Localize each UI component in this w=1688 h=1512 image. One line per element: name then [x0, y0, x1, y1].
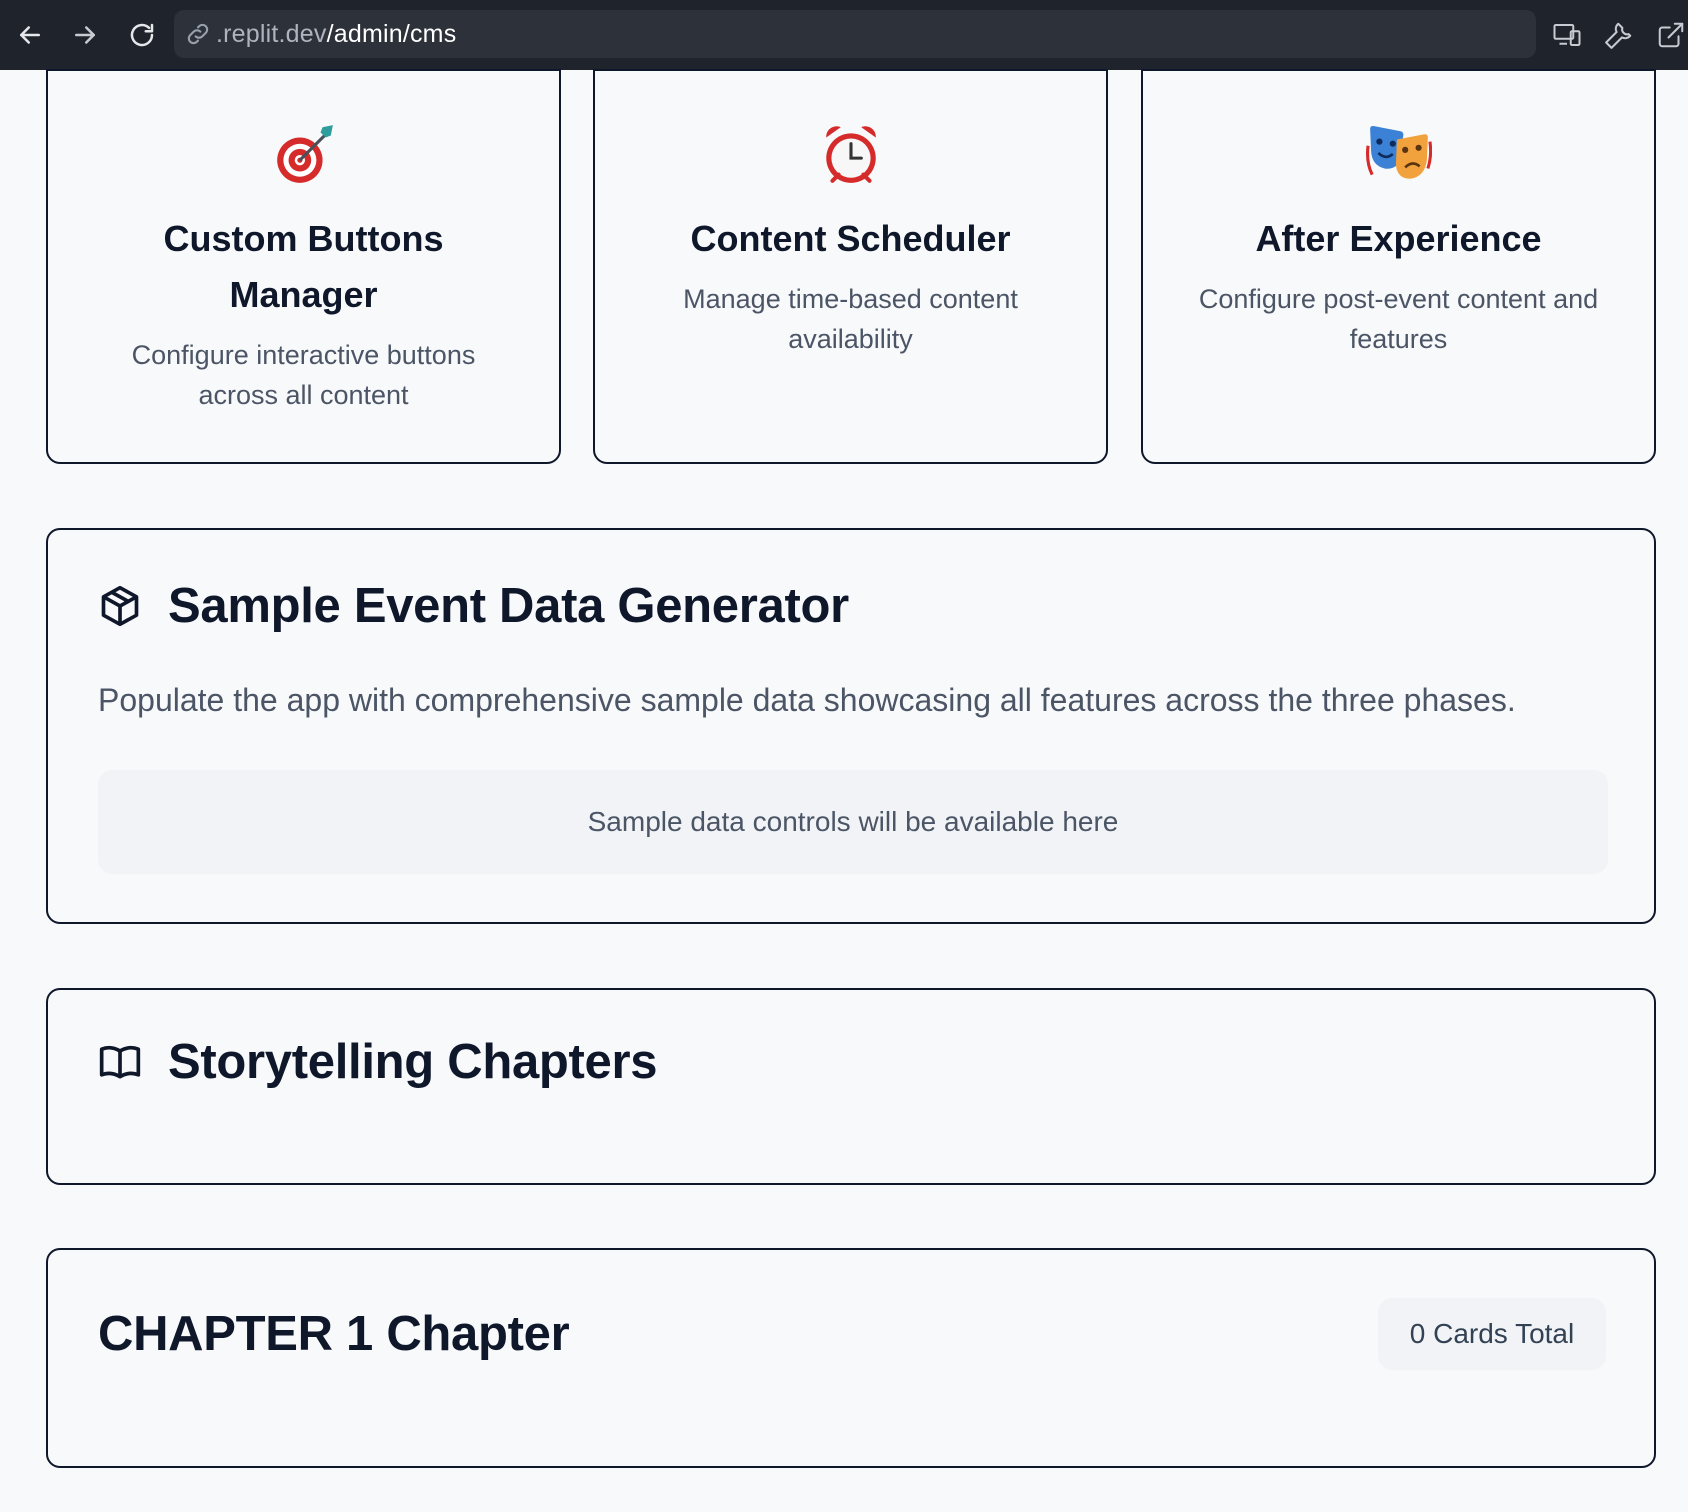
open-book-icon — [98, 1040, 142, 1084]
sample-data-controls-placeholder: Sample data controls will be available h… — [98, 770, 1608, 874]
devices-icon[interactable] — [1546, 14, 1588, 56]
feature-description-line: Configure interactive buttons — [131, 340, 476, 370]
forward-arrow-icon[interactable] — [62, 12, 108, 58]
feature-title-line: Custom Buttons — [163, 218, 444, 259]
address-bar[interactable]: .replit.dev/admin/cms — [174, 10, 1536, 58]
feature-title: Custom Buttons Manager — [88, 211, 519, 323]
feature-title: After Experience — [1255, 218, 1542, 259]
sample-data-generator-card: Sample Event Data Generator Populate the… — [46, 528, 1656, 924]
storytelling-chapters-card: Storytelling Chapters — [46, 988, 1656, 1185]
after-experience-card[interactable]: After Experience Configure post-event co… — [1141, 69, 1656, 464]
feature-description-line: availability — [788, 324, 913, 354]
theater-masks-icon — [1143, 121, 1654, 191]
reload-icon[interactable] — [119, 12, 165, 58]
wrench-icon[interactable] — [1598, 14, 1640, 56]
link-icon — [184, 20, 212, 48]
section-header: Sample Event Data Generator — [98, 578, 849, 634]
feature-description: Manage time-based content availability — [635, 279, 1066, 359]
feature-description: Configure interactive buttons across all… — [88, 335, 519, 415]
custom-buttons-card[interactable]: Custom Buttons Manager Configure interac… — [46, 69, 561, 464]
cube-icon — [98, 584, 142, 628]
feature-description-line: Configure post-event content and — [1198, 284, 1599, 314]
dart-target-icon — [48, 121, 559, 191]
url-text: .replit.dev/admin/cms — [216, 20, 456, 49]
feature-description-line: features — [1349, 324, 1448, 354]
content-scheduler-card[interactable]: Content Scheduler Manage time-based cont… — [593, 69, 1108, 464]
chapter-card: CHAPTER 1 Chapter 0 Cards Total — [46, 1248, 1656, 1468]
url-path: /admin/cms — [326, 19, 457, 48]
feature-title: Content Scheduler — [690, 218, 1011, 259]
url-host: .replit.dev — [216, 19, 327, 48]
section-description: Populate the app with comprehensive samp… — [98, 682, 1516, 718]
back-arrow-icon[interactable] — [7, 12, 53, 58]
feature-title-line: Manager — [229, 274, 378, 315]
browser-toolbar: .replit.dev/admin/cms — [0, 0, 1688, 70]
alarm-clock-icon — [595, 121, 1106, 191]
open-external-icon[interactable] — [1650, 14, 1688, 56]
chapter-title: CHAPTER 1 Chapter — [98, 1307, 570, 1361]
section-header: Storytelling Chapters — [98, 1034, 658, 1090]
feature-description-line: Manage time-based content — [683, 284, 1018, 314]
cards-count-badge: 0 Cards Total — [1378, 1298, 1606, 1370]
feature-description: Configure post-event content and feature… — [1183, 279, 1614, 359]
section-title: Storytelling Chapters — [168, 1035, 658, 1089]
section-title: Sample Event Data Generator — [168, 579, 849, 633]
feature-description-line: across all content — [198, 380, 409, 410]
